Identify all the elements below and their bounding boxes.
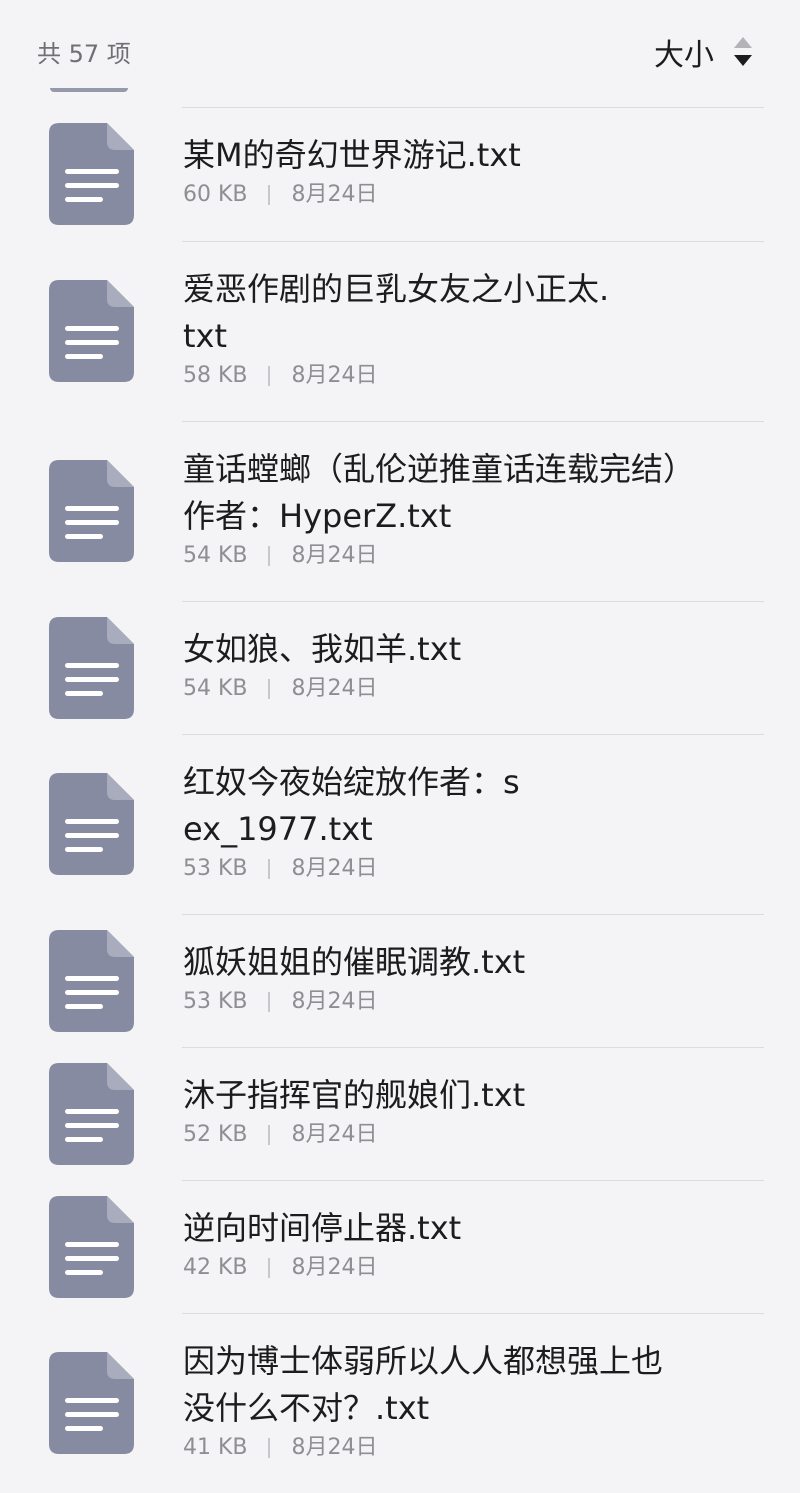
file-meta: 54 KB 8月24日	[183, 540, 693, 572]
sort-button[interactable]: 大小	[654, 30, 752, 74]
file-meta: 41 KB 8月24日	[183, 1432, 693, 1464]
file-size: 54 KB	[183, 543, 248, 568]
divider	[182, 601, 764, 602]
item-count: 共 57 项	[37, 40, 131, 68]
divider	[182, 421, 764, 422]
file-meta: 54 KB 8月24日	[183, 673, 740, 705]
file-list: 某M的奇幻世界游记.txt 60 KB 8月24日 爱恶作剧的巨乳女友之小正太.…	[0, 107, 800, 1493]
separator	[267, 679, 270, 699]
document-icon	[49, 123, 134, 225]
file-name: 沐子指挥官的舰娘们.txt	[183, 1076, 526, 1114]
sort-order-icon	[734, 35, 752, 69]
divider	[182, 914, 764, 915]
file-size: 53 KB	[183, 989, 248, 1014]
list-item[interactable]: 女如狼、我如羊.txt 54 KB 8月24日	[0, 601, 800, 734]
file-name: 逆向时间停止器.txt	[183, 1209, 462, 1247]
list-item[interactable]: 因为博士体弱所以人人都想强上也没什么不对？.txt 41 KB 8月24日	[0, 1313, 800, 1493]
partial-item-edge	[50, 88, 128, 92]
file-date: 8月24日	[291, 1255, 378, 1280]
file-name: 因为博士体弱所以人人都想强上也没什么不对？.txt	[183, 1342, 664, 1427]
file-name: 童话螳螂（乱伦逆推童话连载完结）作者：HyperZ.txt	[183, 450, 680, 535]
separator	[267, 992, 270, 1012]
file-size: 58 KB	[183, 363, 248, 388]
separator	[267, 546, 270, 566]
list-item[interactable]: 沐子指挥官的舰娘们.txt 52 KB 8月24日	[0, 1047, 800, 1180]
separator	[267, 1125, 270, 1145]
divider	[182, 1047, 764, 1048]
list-item[interactable]: 狐妖姐姐的催眠调教.txt 53 KB 8月24日	[0, 914, 800, 1047]
file-date: 8月24日	[291, 1435, 378, 1460]
document-icon	[49, 1196, 134, 1298]
list-header: 共 57 项 大小	[0, 0, 800, 100]
file-meta: 60 KB 8月24日	[183, 179, 740, 211]
divider	[182, 107, 764, 108]
document-icon	[49, 1063, 134, 1165]
separator	[267, 185, 270, 205]
file-size: 52 KB	[183, 1122, 248, 1147]
file-date: 8月24日	[291, 676, 378, 701]
divider	[182, 1180, 764, 1181]
file-meta: 52 KB 8月24日	[183, 1119, 740, 1151]
file-name: 红奴今夜始绽放作者：sex_1977.txt	[183, 763, 520, 848]
document-icon	[49, 930, 134, 1032]
file-size: 54 KB	[183, 676, 248, 701]
separator	[267, 366, 270, 386]
file-date: 8月24日	[291, 543, 378, 568]
document-icon	[49, 280, 134, 382]
file-name: 某M的奇幻世界游记.txt	[183, 136, 521, 174]
file-meta: 42 KB 8月24日	[183, 1252, 740, 1284]
sort-label: 大小	[654, 38, 714, 73]
file-name: 狐妖姐姐的催眠调教.txt	[183, 943, 526, 981]
file-meta: 53 KB 8月24日	[183, 853, 533, 885]
file-date: 8月24日	[291, 1122, 378, 1147]
separator	[267, 1258, 270, 1278]
list-item[interactable]: 某M的奇幻世界游记.txt 60 KB 8月24日	[0, 107, 800, 241]
file-date: 8月24日	[291, 989, 378, 1014]
document-icon	[49, 617, 134, 719]
list-item[interactable]: 逆向时间停止器.txt 42 KB 8月24日	[0, 1180, 800, 1313]
file-date: 8月24日	[291, 182, 378, 207]
list-item[interactable]: 红奴今夜始绽放作者：sex_1977.txt 53 KB 8月24日	[0, 734, 800, 914]
file-name: 女如狼、我如羊.txt	[183, 630, 462, 668]
file-meta: 58 KB 8月24日	[183, 360, 613, 392]
file-size: 42 KB	[183, 1255, 248, 1280]
file-size: 53 KB	[183, 856, 248, 881]
file-size: 41 KB	[183, 1435, 248, 1460]
file-name: 爱恶作剧的巨乳女友之小正太.txt	[183, 270, 610, 355]
document-icon	[49, 460, 134, 562]
divider	[182, 241, 764, 242]
list-item[interactable]: 爱恶作剧的巨乳女友之小正太.txt 58 KB 8月24日	[0, 241, 800, 421]
document-icon	[49, 1352, 134, 1454]
separator	[267, 859, 270, 879]
separator	[267, 1438, 270, 1458]
list-item[interactable]: 童话螳螂（乱伦逆推童话连载完结）作者：HyperZ.txt 54 KB 8月24…	[0, 421, 800, 601]
file-size: 60 KB	[183, 182, 248, 207]
file-meta: 53 KB 8月24日	[183, 986, 740, 1018]
divider	[182, 1313, 764, 1314]
file-date: 8月24日	[291, 856, 378, 881]
document-icon	[49, 773, 134, 875]
file-date: 8月24日	[291, 363, 378, 388]
divider	[182, 734, 764, 735]
